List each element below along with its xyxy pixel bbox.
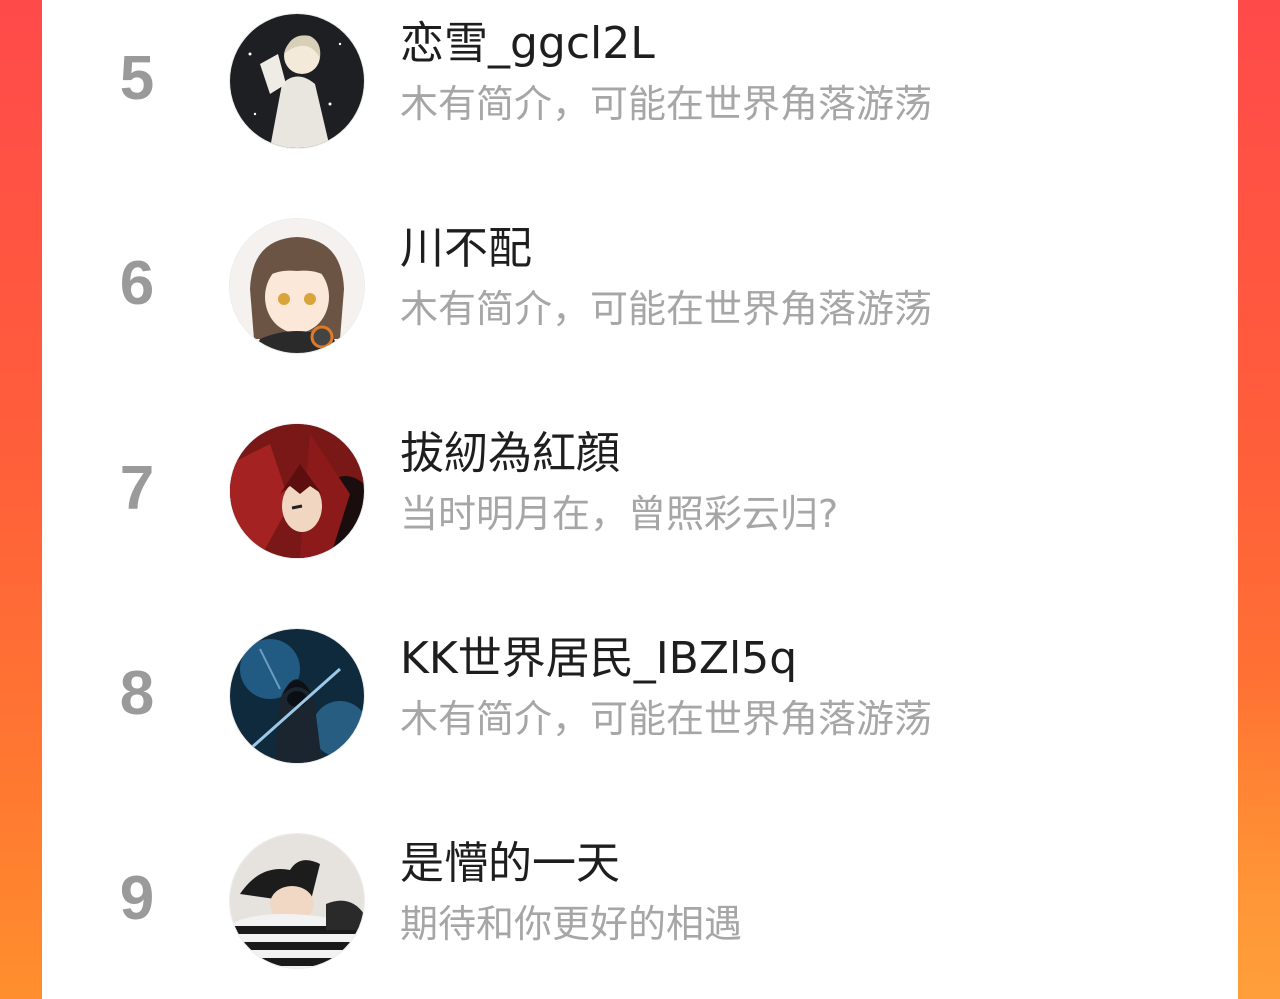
- avatar-white-hair-boy-icon[interactable]: [230, 14, 364, 148]
- rank-number: 7: [119, 454, 155, 523]
- rank-number: 5: [119, 44, 155, 113]
- user-name[interactable]: 拔紉為紅顔: [400, 424, 620, 484]
- rank-number: 8: [119, 659, 155, 728]
- user-name[interactable]: 川不配: [400, 219, 532, 279]
- user-bio: 木有简介，可能在世界角落游荡: [400, 82, 933, 126]
- avatar-hooded-warrior-icon[interactable]: [230, 629, 364, 763]
- ranking-panel: 5 恋雪_ggcl2L 木有简介，可能在世界角落游荡 6 川不配 木有简介，可能…: [42, 0, 1238, 999]
- ranking-row[interactable]: 5 恋雪_ggcl2L 木有简介，可能在世界角落游荡: [42, 0, 1238, 170]
- user-bio: 木有简介，可能在世界角落游荡: [400, 287, 933, 331]
- user-name[interactable]: 恋雪_ggcl2L: [400, 14, 655, 74]
- user-bio: 当时明月在，曾照彩云归?: [400, 492, 839, 536]
- user-bio: 木有简介，可能在世界角落游荡: [400, 697, 933, 741]
- ranking-row[interactable]: 9 是懵的一天 期待和你更好的相遇: [42, 820, 1238, 990]
- avatar-red-hair-anime-icon[interactable]: [230, 424, 364, 558]
- rank-number: 9: [119, 864, 155, 933]
- background-decoration: [1238, 679, 1280, 999]
- user-bio: 期待和你更好的相遇: [400, 902, 743, 946]
- rank-number: 6: [119, 249, 155, 318]
- avatar-anime-girl-headphones-icon[interactable]: [230, 219, 364, 353]
- ranking-row[interactable]: 7 拔紉為紅顔 当时明月在，曾照彩云归?: [42, 410, 1238, 580]
- ranking-row[interactable]: 8 KK世界居民_IBZl5q 木有简介，可能在世界角落游荡: [42, 615, 1238, 785]
- user-name[interactable]: KK世界居民_IBZl5q: [400, 629, 797, 689]
- ranking-row[interactable]: 6 川不配 木有简介，可能在世界角落游荡: [42, 205, 1238, 375]
- user-name[interactable]: 是懵的一天: [400, 834, 620, 894]
- avatar-sleeping-person-icon[interactable]: [230, 834, 364, 968]
